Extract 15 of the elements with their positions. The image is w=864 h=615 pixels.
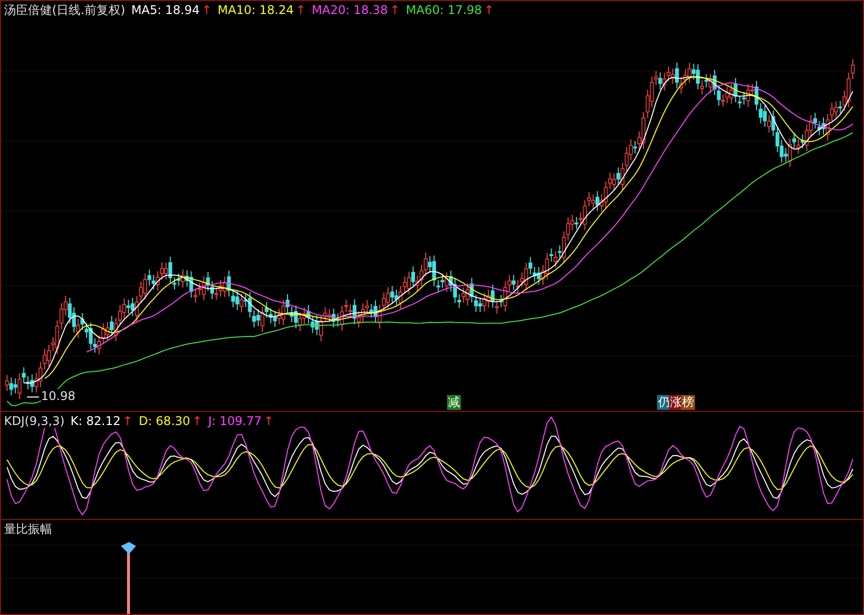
volume-bar <box>127 552 130 614</box>
moving-average-value: MA60: 17.98 ↑ <box>406 3 494 17</box>
moving-average-value: MA10: 18.24 ↑ <box>218 3 306 17</box>
low-price-label: 10.98 <box>41 389 76 403</box>
indicator-title: KDJ(9,3,3) <box>4 414 65 428</box>
moving-average-value: MA5: 18.94 ↑ <box>131 3 212 17</box>
chart-title: 汤臣倍健(日线.前复权) <box>4 3 126 17</box>
signal-tag: 减 <box>447 395 461 410</box>
moving-average-value: MA20: 18.38 ↑ <box>312 3 400 17</box>
kdj-value: J: 109.77 ↑ <box>208 414 274 428</box>
diamond-icon <box>121 542 136 554</box>
signal-tag: 榜 <box>681 395 695 410</box>
kdj-value: D: 68.30 ↑ <box>138 414 202 428</box>
kdj-value: K: 82.12 ↑ <box>70 414 133 428</box>
indicator-title: 量比振幅 <box>4 522 52 536</box>
